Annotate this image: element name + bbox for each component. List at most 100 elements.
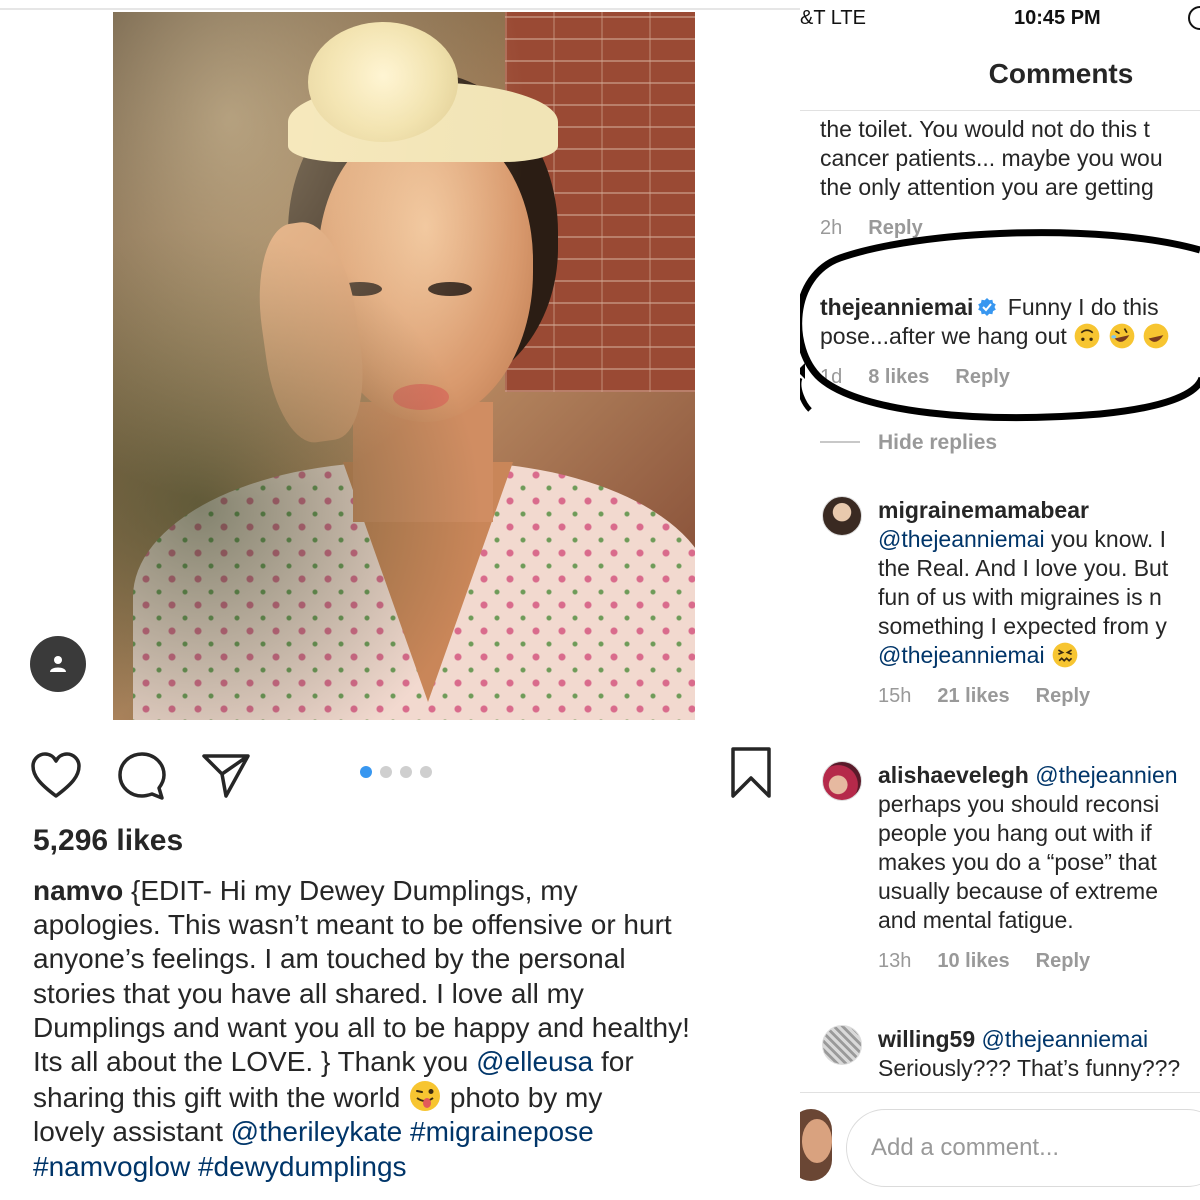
mention-link[interactable]: @thejeanniemai — [878, 526, 1045, 552]
confounded-face-emoji-icon — [1052, 642, 1078, 668]
comment-body: Funny I do this — [1001, 294, 1159, 320]
mention-link[interactable]: @thejeanniemai — [982, 1026, 1149, 1052]
rolling-laughing-emoji-icon — [1143, 323, 1169, 349]
caption-text: photo by my — [442, 1082, 603, 1114]
comment-text: @thejeanniemai — [878, 641, 1079, 670]
caption-text: Dumplings and want you all to be happy a… — [33, 1011, 690, 1043]
hide-replies-divider — [820, 441, 860, 443]
comment-likes[interactable]: 10 likes — [937, 950, 1009, 972]
current-user-avatar — [800, 1109, 832, 1181]
comment-text: usually because of extreme — [878, 878, 1158, 904]
mention-link[interactable]: @elleusa — [476, 1046, 593, 1077]
comment-time: 15h — [878, 685, 912, 707]
comment-body: you know. I — [1044, 526, 1167, 552]
comment-meta: 2h Reply — [820, 217, 949, 240]
winking-tongue-emoji-icon — [410, 1081, 441, 1112]
mention-link[interactable]: @therileykate — [231, 1116, 403, 1147]
sun-shade — [113, 12, 695, 720]
hashtag-link[interactable]: #migrainepose — [410, 1116, 594, 1147]
mention-link[interactable]: @thejeannien — [1035, 762, 1177, 788]
comment-likes[interactable]: 8 likes — [868, 366, 929, 388]
bookmark-icon[interactable] — [728, 746, 774, 800]
likes-count[interactable]: 5,296 likes — [33, 824, 183, 858]
comment-text: @thejeanniemai you know. I — [878, 525, 1166, 554]
comment-username[interactable]: alishaevelegh — [878, 762, 1029, 788]
avatar[interactable] — [822, 761, 862, 801]
lock-rotation-icon — [1188, 6, 1200, 30]
comment-text: and mental fatigue. — [878, 907, 1074, 933]
carousel-dot[interactable] — [380, 766, 392, 778]
header-divider — [800, 110, 1200, 111]
carrier-label: &T LTE — [800, 7, 866, 29]
carousel-dot[interactable] — [420, 766, 432, 778]
comment-text: alishaevelegh @thejeannien — [878, 761, 1178, 790]
avatar[interactable] — [822, 496, 862, 536]
share-icon[interactable] — [200, 750, 252, 802]
carousel-dots — [360, 766, 432, 778]
reply-button[interactable]: Reply — [868, 217, 922, 239]
hashtag-link[interactable]: #namvoglow — [33, 1151, 190, 1182]
carousel-dot-active[interactable] — [360, 766, 372, 778]
comments-panel: &T LTE 10:45 PM Comments the toilet. You… — [800, 0, 1200, 1200]
comment-username[interactable]: migrainemamabear — [878, 497, 1089, 523]
comment-text: willing59 @thejeanniemai — [878, 1025, 1148, 1054]
heart-icon[interactable] — [30, 752, 82, 800]
comment-text: thejeanniemai Funny I do this — [820, 293, 1159, 322]
mention-link[interactable]: @thejeanniemai — [878, 642, 1045, 668]
carousel-dot[interactable] — [400, 766, 412, 778]
post-panel: 5,296 likes namvo {EDIT- Hi my Dewey Dum… — [0, 0, 800, 1200]
page-title: Comments — [988, 58, 1134, 89]
caption-text: stories that you have all shared. I love… — [33, 977, 584, 1009]
add-comment-input[interactable]: Add a comment... — [846, 1109, 1200, 1187]
caption-text: Its all about the LOVE. } Thank you — [33, 1046, 477, 1078]
hashtag-link[interactable]: #dewydumplings — [198, 1151, 407, 1182]
caption-text: sharing this gift with the world — [33, 1082, 409, 1114]
comment-text: Seriously??? That’s funny??? — [878, 1055, 1181, 1081]
comment-meta: 15h 21 likes Reply — [878, 685, 1116, 708]
comment-meta: 1d 8 likes Reply — [820, 366, 1036, 389]
tagged-user-button[interactable] — [30, 636, 86, 692]
comment-username[interactable]: thejeanniemai — [820, 294, 973, 320]
comment-text: the Real. And I love you. But — [878, 555, 1169, 581]
comment-text: something I expected from y — [878, 613, 1167, 639]
post-caption: namvo {EDIT- Hi my Dewey Dumplings, my a… — [33, 874, 773, 1184]
comment-icon[interactable] — [116, 750, 168, 802]
upside-down-face-emoji-icon — [1074, 323, 1100, 349]
status-bar: &T LTE 10:45 PM — [800, 0, 1200, 36]
clock: 10:45 PM — [1014, 7, 1101, 29]
reply-button[interactable]: Reply — [955, 366, 1009, 388]
rolling-laughing-emoji-icon — [1109, 323, 1134, 349]
caption-text: lovely assistant — [33, 1116, 231, 1148]
comment-likes[interactable]: 21 likes — [937, 685, 1009, 707]
comment-text: perhaps you should reconsi — [878, 791, 1160, 817]
comment-text: migrainemamabear — [878, 496, 1089, 525]
comment-text: cancer patients... maybe you wou — [820, 145, 1163, 171]
reply-button[interactable]: Reply — [1036, 950, 1090, 972]
comment-text: pose...after we hang out — [820, 322, 1170, 351]
comment-time: 13h — [878, 950, 912, 972]
comment-text: the toilet. You would not do this t — [820, 116, 1150, 142]
caption-text: anyone’s feelings. I am touched by the p… — [33, 943, 626, 975]
reply-button[interactable]: Reply — [1036, 685, 1090, 707]
add-comment-bar: Add a comment... — [800, 1092, 1200, 1200]
comment-text: the only attention you are getting — [820, 174, 1154, 200]
top-divider — [0, 0, 800, 10]
caption-text: apologies. This wasn’t meant to be offen… — [33, 909, 672, 941]
post-actions — [0, 740, 800, 804]
verified-badge-icon — [978, 298, 997, 316]
comment-text: makes you do a “pose” that — [878, 849, 1157, 875]
caption-username[interactable]: namvo — [33, 875, 123, 906]
user-icon — [50, 656, 66, 672]
avatar[interactable] — [822, 1025, 862, 1065]
comment-time: 2h — [820, 217, 843, 239]
comment-username[interactable]: willing59 — [878, 1026, 975, 1052]
comment-text: people you hang out with if — [878, 820, 1152, 846]
hide-replies-button[interactable]: Hide replies — [878, 431, 997, 455]
caption-text: for — [593, 1046, 634, 1078]
comment-text: fun of us with migraines is n — [878, 584, 1162, 610]
comment-body: pose...after we hang out — [820, 323, 1074, 349]
caption-text: {EDIT- Hi my Dewey Dumplings, my — [123, 875, 578, 906]
comment-time: 1d — [820, 366, 843, 388]
post-photo[interactable] — [113, 12, 695, 720]
comment-meta: 13h 10 likes Reply — [878, 950, 1116, 973]
